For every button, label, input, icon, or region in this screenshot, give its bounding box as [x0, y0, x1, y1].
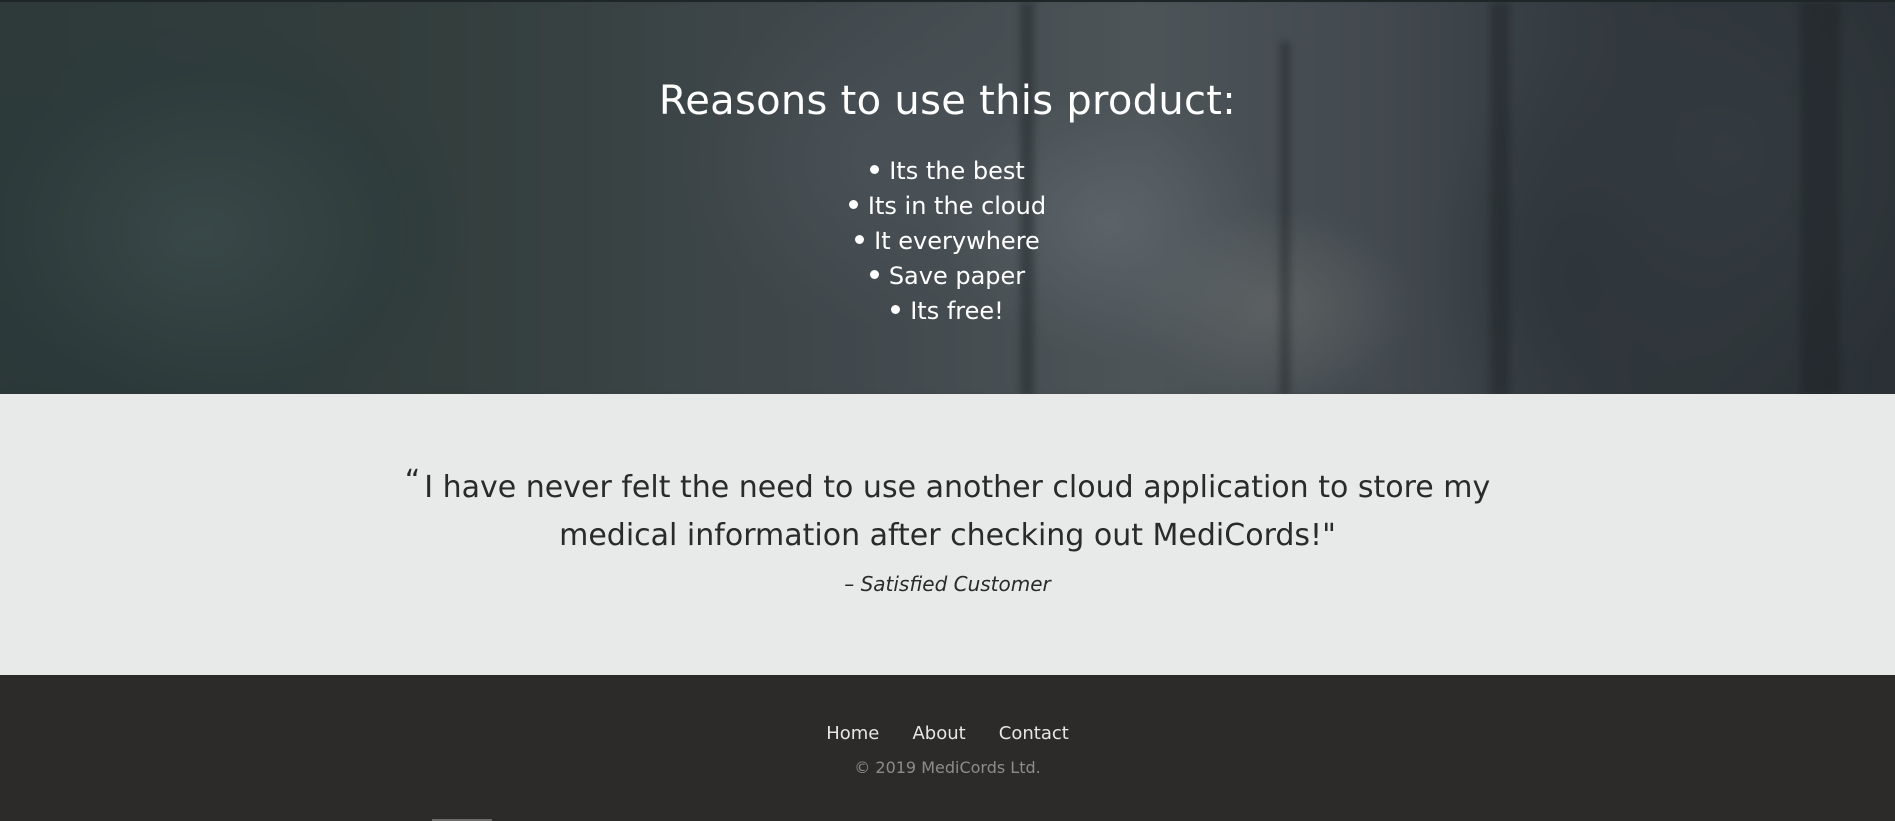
bullet-icon [855, 234, 865, 244]
reason-text: Its the best [889, 157, 1025, 185]
testimonial-author: – Satisfied Customer [844, 572, 1051, 596]
reason-item: Its free! [0, 294, 1895, 329]
reason-text: It everywhere [874, 227, 1040, 255]
reason-text: Its in the cloud [867, 192, 1047, 220]
testimonial-quote-text: I have never felt the need to use anothe… [424, 470, 1491, 553]
footer-link-about[interactable]: About [912, 723, 965, 744]
hero-section: Reasons to use this product: Its the bes… [0, 0, 1895, 394]
bullet-icon [891, 304, 901, 314]
quote-mark-icon: “ [404, 464, 421, 499]
copyright-text: © 2019 MediCords Ltd. [854, 758, 1041, 777]
reason-text: Its free! [910, 297, 1004, 325]
reason-text: Save paper [888, 262, 1026, 290]
reason-item: Its the best [0, 154, 1895, 189]
testimonial-section: “I have never felt the need to use anoth… [0, 394, 1895, 675]
footer-link-contact[interactable]: Contact [999, 723, 1069, 744]
hero-content: Reasons to use this product: Its the bes… [0, 2, 1895, 329]
reason-item: Its in the cloud [0, 189, 1895, 224]
bullet-icon [869, 269, 879, 279]
footer-nav: Home About Contact [0, 723, 1895, 744]
testimonial-quote: “I have never felt the need to use anoth… [393, 464, 1503, 560]
footer: Home About Contact © 2019 MediCords Ltd. [0, 675, 1895, 821]
reason-item: Save paper [0, 259, 1895, 294]
reasons-list: Its the best Its in the cloud It everywh… [0, 154, 1895, 329]
bullet-icon [870, 164, 880, 174]
reason-item: It everywhere [0, 224, 1895, 259]
hero-title: Reasons to use this product: [658, 78, 1237, 124]
footer-link-home[interactable]: Home [826, 723, 879, 744]
bullet-icon [848, 199, 858, 209]
